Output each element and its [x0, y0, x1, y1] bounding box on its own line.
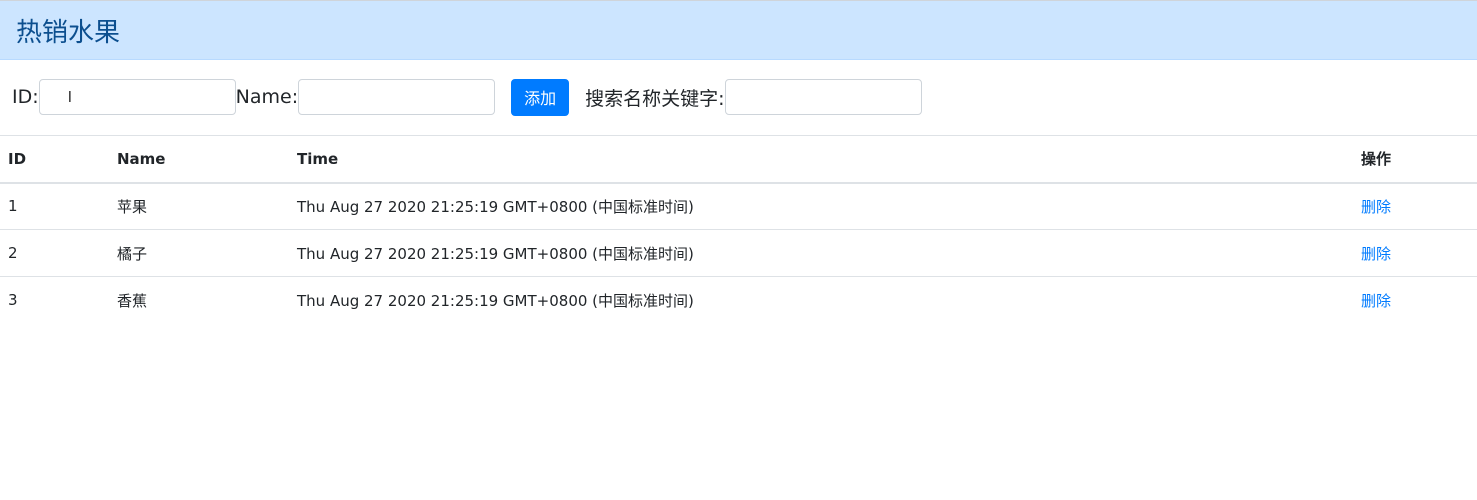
table-row: 2 橘子 Thu Aug 27 2020 21:25:19 GMT+0800 (…: [0, 229, 1477, 277]
header-name: Name: [109, 135, 289, 184]
cell-action: 删除: [1353, 276, 1477, 324]
cell-action: 删除: [1353, 182, 1477, 230]
cell-id: 2: [0, 229, 109, 277]
cell-time: Thu Aug 27 2020 21:25:19 GMT+0800 (中国标准时…: [289, 276, 1353, 324]
name-input[interactable]: [298, 79, 496, 115]
fruit-table: ID Name Time 操作 1 苹果 Thu Aug 27 2020 21:…: [0, 135, 1477, 324]
add-form: ID: I Name: 添加 搜索名称关键字:: [0, 60, 1477, 134]
cell-id: 1: [0, 182, 109, 230]
search-label: 搜索名称关键字:: [585, 87, 725, 110]
id-label: ID:: [12, 86, 39, 108]
table-header-row: ID Name Time 操作: [0, 135, 1477, 184]
table-row: 3 香蕉 Thu Aug 27 2020 21:25:19 GMT+0800 (…: [0, 276, 1477, 324]
page-title: 热销水果: [16, 17, 121, 48]
name-label: Name:: [235, 86, 299, 108]
cell-action: 删除: [1353, 229, 1477, 277]
delete-link[interactable]: 删除: [1361, 245, 1391, 263]
id-input[interactable]: I: [38, 79, 236, 115]
cell-name: 香蕉: [109, 276, 289, 324]
text-cursor-icon: I: [67, 88, 73, 106]
header-action: 操作: [1353, 135, 1477, 184]
table-row: 1 苹果 Thu Aug 27 2020 21:25:19 GMT+0800 (…: [0, 182, 1477, 230]
add-button[interactable]: 添加: [511, 78, 570, 116]
cell-name: 橘子: [109, 229, 289, 277]
delete-link[interactable]: 删除: [1361, 292, 1391, 310]
cell-id: 3: [0, 276, 109, 324]
cell-time: Thu Aug 27 2020 21:25:19 GMT+0800 (中国标准时…: [289, 182, 1353, 230]
header-id: ID: [0, 135, 109, 184]
header-time: Time: [289, 135, 1353, 184]
cell-time: Thu Aug 27 2020 21:25:19 GMT+0800 (中国标准时…: [289, 229, 1353, 277]
delete-link[interactable]: 删除: [1361, 198, 1391, 216]
panel-heading: 热销水果: [0, 1, 1477, 60]
cell-name: 苹果: [109, 182, 289, 230]
search-input[interactable]: [724, 79, 922, 115]
